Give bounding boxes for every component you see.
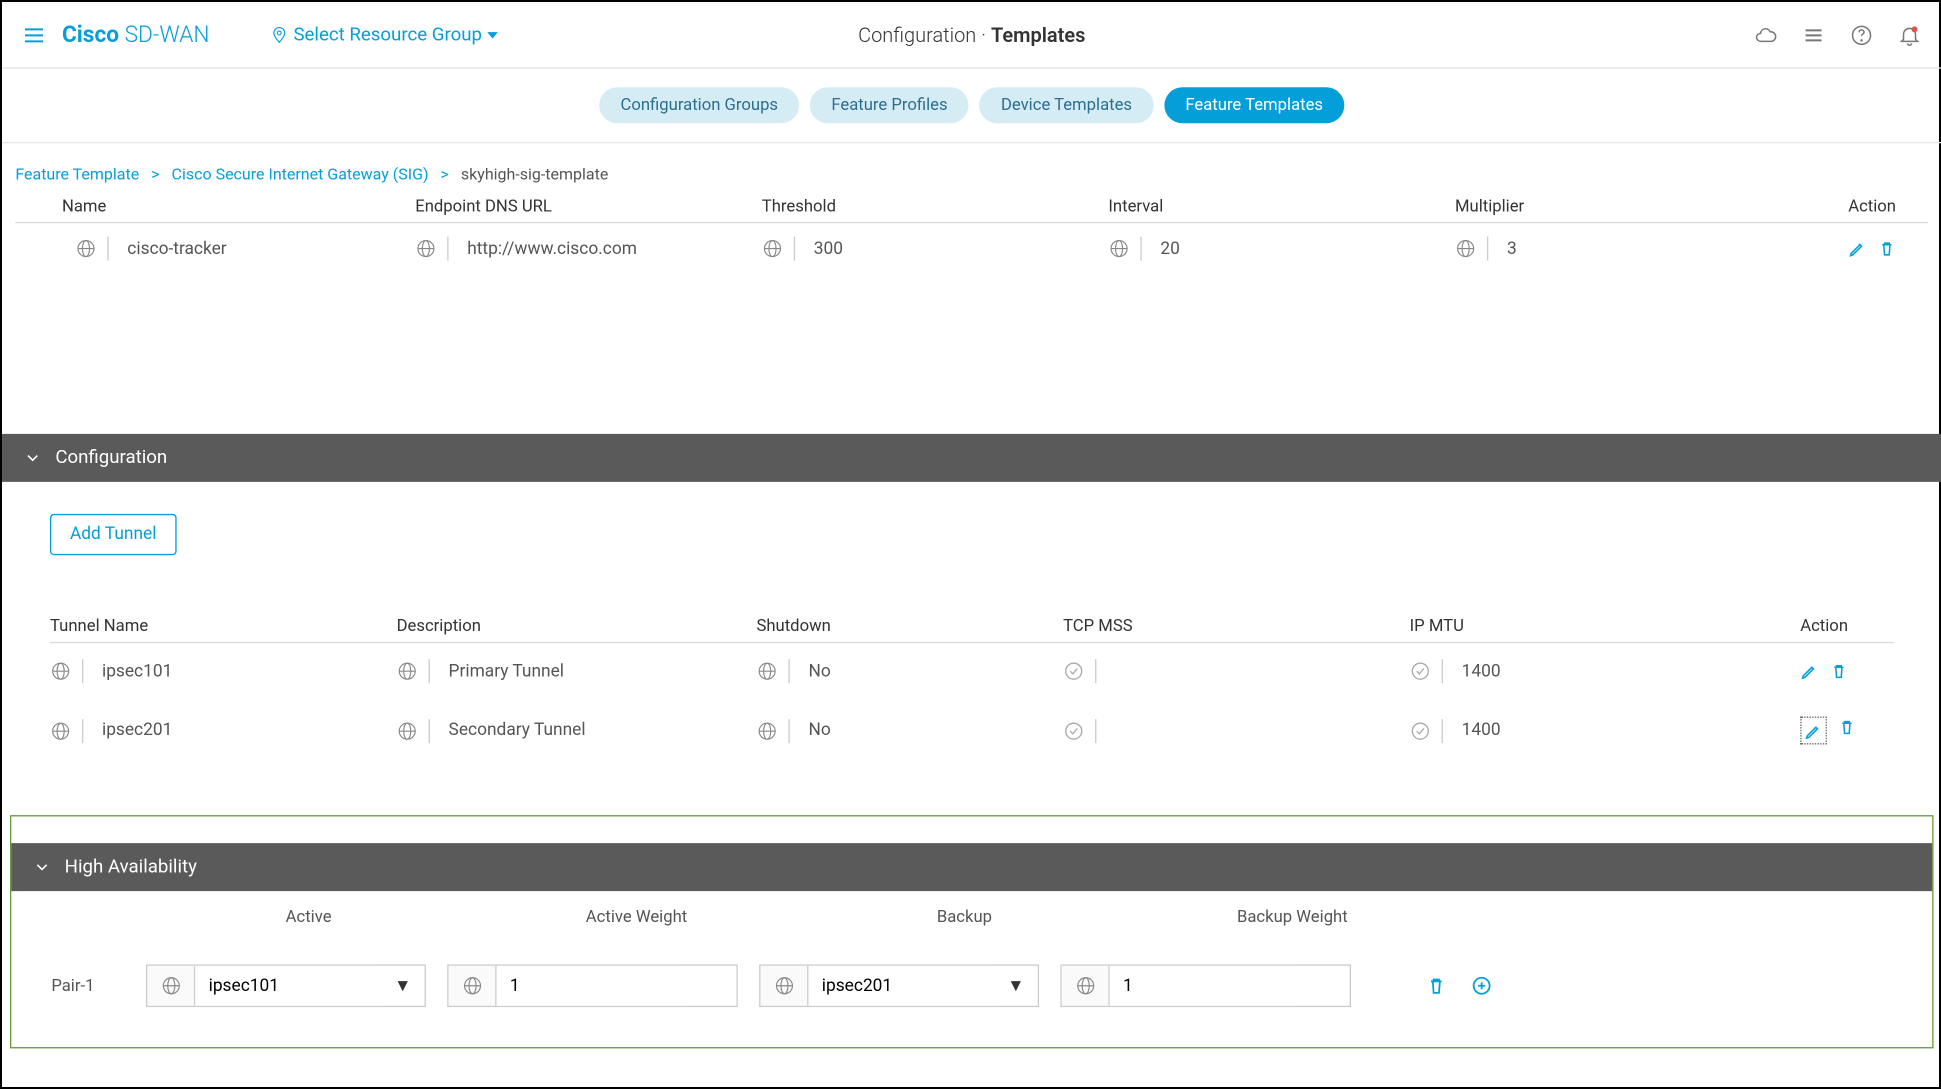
brand: Cisco SD-WAN — [62, 21, 209, 48]
col-backup-weight: Backup Weight — [1128, 907, 1456, 927]
edit-icon[interactable] — [1800, 661, 1819, 681]
topbar: Cisco SD-WAN Select Resource Group Confi… — [2, 2, 1941, 69]
col-active-weight: Active Weight — [473, 907, 801, 927]
globe-icon — [50, 661, 71, 682]
check-icon — [1063, 720, 1084, 741]
col-tunnel-name: Tunnel Name — [50, 617, 397, 637]
breadcrumb: Feature Template > Cisco Secure Internet… — [2, 143, 1941, 196]
tab-configuration-groups[interactable]: Configuration Groups — [599, 87, 799, 123]
col-multiplier: Multiplier — [1455, 197, 1848, 217]
tracker-row: cisco-tracker http://www.cisco.com 300 2… — [15, 223, 1928, 274]
high-availability-panel: High Availability Active Active Weight B… — [10, 815, 1934, 1048]
ha-pair-row: Pair-1 ▼ ▼ — [11, 927, 1932, 1007]
globe-icon — [762, 238, 783, 259]
section-title: Configuration — [55, 447, 167, 468]
col-backup: Backup — [800, 907, 1128, 927]
tracker-name: cisco-tracker — [127, 239, 226, 259]
delete-icon[interactable] — [1878, 239, 1897, 259]
col-action: Action — [1848, 197, 1928, 217]
check-icon — [1410, 661, 1431, 682]
tracker-multiplier: 3 — [1507, 239, 1517, 259]
check-icon — [1063, 661, 1084, 682]
backup-tunnel-select[interactable]: ▼ — [759, 964, 1039, 1007]
tracker-interval: 20 — [1160, 239, 1179, 259]
breadcrumb-sig[interactable]: Cisco Secure Internet Gateway (SIG) — [172, 165, 429, 184]
col-url: Endpoint DNS URL — [415, 197, 762, 217]
bell-icon[interactable] — [1898, 23, 1922, 47]
globe-icon — [415, 238, 436, 259]
col-action: Action — [1800, 617, 1893, 637]
col-name: Name — [15, 197, 415, 217]
active-weight-input[interactable] — [447, 964, 738, 1007]
tunnel-row: ipsec201 Secondary Tunnel No 1400 — [50, 700, 1894, 761]
edit-icon[interactable] — [1800, 716, 1827, 744]
check-icon — [1410, 720, 1431, 741]
delete-icon[interactable] — [1838, 716, 1857, 744]
delete-icon[interactable] — [1426, 975, 1447, 996]
page-title: Configuration · Templates — [858, 23, 1085, 47]
globe-icon — [75, 238, 96, 259]
globe-icon — [397, 661, 418, 682]
col-ip-mtu: IP MTU — [1410, 617, 1801, 637]
cloud-icon[interactable] — [1754, 23, 1778, 47]
edit-icon[interactable] — [1848, 239, 1867, 259]
section-high-availability[interactable]: High Availability — [11, 843, 1932, 891]
list-icon[interactable] — [1802, 23, 1826, 47]
chevron-down-icon: ▼ — [394, 975, 424, 996]
pair-label: Pair-1 — [51, 976, 124, 996]
col-threshold: Threshold — [762, 197, 1109, 217]
col-interval: Interval — [1108, 197, 1455, 217]
tunnel-row: ipsec101 Primary Tunnel No 1400 — [50, 643, 1894, 700]
chevron-down-icon — [33, 858, 52, 877]
breadcrumb-feature-template[interactable]: Feature Template — [15, 165, 139, 184]
globe-icon — [397, 720, 418, 741]
col-active: Active — [145, 907, 473, 927]
delete-icon[interactable] — [1830, 661, 1849, 681]
add-icon[interactable] — [1471, 975, 1492, 996]
col-tcp-mss: TCP MSS — [1063, 617, 1410, 637]
col-description: Description — [397, 617, 757, 637]
globe-icon — [756, 661, 777, 682]
tab-row: Configuration Groups Feature Profiles De… — [2, 69, 1941, 144]
col-shutdown: Shutdown — [756, 617, 1063, 637]
globe-icon — [1108, 238, 1129, 259]
tab-device-templates[interactable]: Device Templates — [980, 87, 1154, 123]
globe-icon — [1455, 238, 1476, 259]
add-tunnel-button[interactable]: Add Tunnel — [50, 514, 176, 555]
active-tunnel-select[interactable]: ▼ — [146, 964, 426, 1007]
globe-icon — [50, 720, 71, 741]
tab-feature-profiles[interactable]: Feature Profiles — [810, 87, 969, 123]
section-configuration[interactable]: Configuration — [2, 434, 1941, 482]
help-icon[interactable] — [1850, 23, 1874, 47]
backup-weight-input[interactable] — [1060, 964, 1351, 1007]
section-title: High Availability — [65, 856, 197, 877]
hamburger-icon[interactable] — [22, 21, 46, 49]
chevron-down-icon — [23, 449, 42, 468]
tracker-url: http://www.cisco.com — [467, 239, 637, 259]
globe-icon — [756, 720, 777, 741]
tracker-threshold: 300 — [814, 239, 843, 259]
breadcrumb-current: skyhigh-sig-template — [461, 165, 608, 184]
chevron-down-icon: ▼ — [1007, 975, 1037, 996]
tab-feature-templates[interactable]: Feature Templates — [1164, 87, 1344, 123]
resource-group-selector[interactable]: Select Resource Group — [269, 24, 498, 45]
